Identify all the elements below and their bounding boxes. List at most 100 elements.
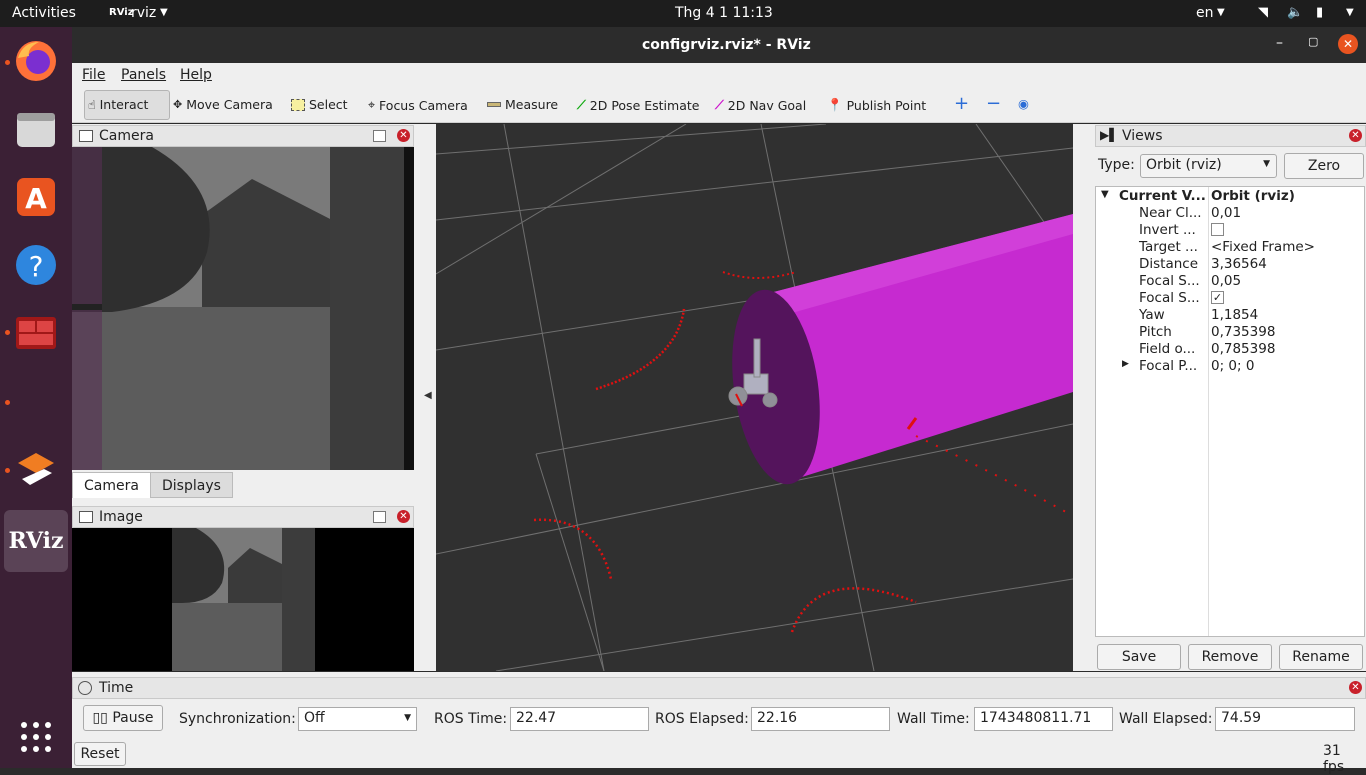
close-window-icon[interactable]: ✕ bbox=[1338, 34, 1358, 54]
tab-displays[interactable]: Displays bbox=[150, 472, 233, 498]
prop-name: Yaw bbox=[1139, 307, 1165, 323]
image-view[interactable] bbox=[72, 528, 414, 671]
maximize-icon[interactable]: ▢ bbox=[1308, 35, 1318, 48]
camera-panel-title: Camera bbox=[99, 128, 154, 144]
svg-text:A: A bbox=[25, 182, 47, 215]
menu-panels[interactable]: Panels bbox=[121, 67, 166, 83]
prop-value[interactable]: 0,735398 bbox=[1211, 324, 1275, 340]
wall-time-label: Wall Time: bbox=[897, 711, 970, 727]
sync-label: Synchronization: bbox=[179, 711, 296, 727]
collapse-left-icon[interactable]: ◀ bbox=[424, 390, 432, 401]
expand-arrow-icon[interactable]: ▶ bbox=[1122, 359, 1129, 369]
ros-time-field[interactable]: 22.47 bbox=[510, 707, 649, 731]
save-button[interactable]: Save bbox=[1097, 644, 1181, 670]
window-titlebar[interactable]: configrviz.rviz* - RViz – ▢ ✕ bbox=[72, 27, 1366, 63]
help-icon[interactable]: ? bbox=[12, 241, 60, 289]
prop-name: Field o... bbox=[1139, 341, 1196, 357]
map-pin-icon: 📍 bbox=[827, 97, 843, 112]
firefox-icon[interactable] bbox=[12, 37, 60, 85]
zero-button[interactable]: Zero bbox=[1284, 153, 1364, 179]
close-panel-icon[interactable]: ✕ bbox=[1349, 129, 1362, 142]
image-panel-icon bbox=[79, 511, 93, 523]
activities-button[interactable]: Activities bbox=[12, 5, 76, 21]
app-menu-icon: RViz bbox=[109, 7, 134, 18]
expand-arrow-icon[interactable]: ▼ bbox=[1101, 189, 1109, 200]
ros-elapsed-label: ROS Elapsed: bbox=[655, 711, 749, 727]
prop-name: Focal P... bbox=[1139, 358, 1198, 374]
language-indicator[interactable]: en bbox=[1196, 5, 1214, 21]
views-panel-title: Views bbox=[1122, 128, 1163, 144]
chevron-down-icon: ▼ bbox=[1263, 159, 1270, 169]
wall-time-field[interactable]: 1743480811.71 bbox=[974, 707, 1113, 731]
add-tool-icon[interactable]: + bbox=[954, 93, 969, 114]
rename-button[interactable]: Rename bbox=[1279, 644, 1363, 670]
layers-icon[interactable] bbox=[12, 445, 60, 493]
app-grid-icon[interactable] bbox=[12, 713, 60, 761]
battery-icon[interactable]: ▮ bbox=[1316, 5, 1323, 20]
3d-viewport[interactable] bbox=[436, 124, 1073, 671]
prop-value[interactable]: 0,05 bbox=[1211, 273, 1241, 289]
views-type-label: Type: bbox=[1098, 157, 1135, 173]
chevron-down-icon: ▼ bbox=[1346, 7, 1354, 18]
pause-icon: ▯▯ bbox=[92, 710, 108, 726]
nav-goal-button[interactable]: ⟋ 2D Nav Goal bbox=[715, 97, 806, 113]
minimize-icon[interactable]: – bbox=[1276, 35, 1283, 51]
pose-estimate-button[interactable]: ⟋ 2D Pose Estimate bbox=[577, 97, 699, 113]
window-title: configrviz.rviz* - RViz bbox=[642, 37, 811, 53]
chevron-down-icon: ▼ bbox=[404, 713, 411, 723]
files-icon[interactable] bbox=[12, 105, 60, 153]
menu-file[interactable]: File bbox=[82, 67, 105, 83]
terminal-icon[interactable] bbox=[12, 309, 60, 357]
ros-elapsed-field[interactable]: 22.16 bbox=[751, 707, 890, 731]
wall-elapsed-field[interactable]: 74.59 bbox=[1215, 707, 1355, 731]
wifi-icon[interactable]: ◥ bbox=[1258, 5, 1268, 20]
prop-value[interactable]: 0,785398 bbox=[1211, 341, 1275, 357]
invert-checkbox[interactable] bbox=[1211, 223, 1224, 236]
interact-button[interactable]: ☝ Interact bbox=[88, 97, 148, 112]
camera-panel-header[interactable]: Camera ✕ bbox=[72, 125, 414, 147]
prop-name: Focal S... bbox=[1139, 290, 1200, 306]
views-panel-header[interactable]: ▶▌ Views ✕ bbox=[1095, 125, 1366, 147]
prop-name: Target ... bbox=[1139, 239, 1198, 255]
prop-value[interactable]: 0; 0; 0 bbox=[1211, 358, 1254, 374]
select-button[interactable]: Select bbox=[291, 97, 348, 112]
close-panel-icon[interactable]: ✕ bbox=[397, 510, 410, 523]
image-panel-header[interactable]: Image ✕ bbox=[72, 506, 414, 528]
select-icon bbox=[291, 98, 305, 111]
views-type-select[interactable]: Orbit (rviz) ▼ bbox=[1140, 154, 1277, 178]
prop-name: Focal S... bbox=[1139, 273, 1200, 289]
close-panel-icon[interactable]: ✕ bbox=[397, 129, 410, 142]
dock: A ? RViz bbox=[0, 27, 72, 768]
prop-value[interactable]: 0,01 bbox=[1211, 205, 1241, 221]
ros-time-label: ROS Time: bbox=[434, 711, 508, 727]
prop-value[interactable]: <Fixed Frame> bbox=[1211, 239, 1315, 255]
focus-camera-button[interactable]: ⌖ Focus Camera bbox=[368, 97, 468, 113]
sync-select[interactable]: Off ▼ bbox=[298, 707, 417, 731]
menu-help[interactable]: Help bbox=[180, 67, 212, 83]
measure-button[interactable]: Measure bbox=[487, 97, 558, 112]
move-camera-button[interactable]: ✥ Move Camera bbox=[173, 97, 273, 112]
reset-button[interactable]: Reset bbox=[74, 742, 126, 766]
remove-tool-icon[interactable]: − bbox=[986, 93, 1001, 114]
volume-icon[interactable]: 🔈 bbox=[1287, 5, 1303, 20]
float-panel-icon[interactable] bbox=[373, 511, 386, 523]
float-panel-icon[interactable] bbox=[373, 130, 386, 142]
prop-value[interactable]: 1,1854 bbox=[1211, 307, 1258, 323]
focal-shape-checkbox[interactable]: ✓ bbox=[1211, 291, 1224, 304]
time-panel-header[interactable]: Time ✕ bbox=[72, 677, 1366, 699]
prop-value[interactable]: 3,36564 bbox=[1211, 256, 1267, 272]
chevron-down-icon: ▼ bbox=[160, 7, 168, 18]
software-center-icon[interactable]: A bbox=[12, 173, 60, 221]
app-menu[interactable]: rviz bbox=[131, 5, 156, 21]
rviz-dock-icon[interactable]: RViz bbox=[4, 510, 68, 572]
publish-point-button[interactable]: 📍 Publish Point bbox=[827, 97, 926, 113]
tab-camera[interactable]: Camera bbox=[72, 472, 151, 498]
pause-button[interactable]: ▯▯ Pause bbox=[83, 705, 163, 731]
hand-icon: ☝ bbox=[88, 97, 96, 112]
close-panel-icon[interactable]: ✕ bbox=[1349, 681, 1362, 694]
clock[interactable]: Thg 4 1 11:13 bbox=[675, 5, 773, 21]
camera-view[interactable] bbox=[72, 147, 414, 470]
remove-button[interactable]: Remove bbox=[1188, 644, 1272, 670]
toolbar: ☝ Interact ✥ Move Camera Select ⌖ Focus Cam… bbox=[72, 87, 1366, 123]
eye-icon[interactable]: ◉ bbox=[1018, 96, 1029, 111]
